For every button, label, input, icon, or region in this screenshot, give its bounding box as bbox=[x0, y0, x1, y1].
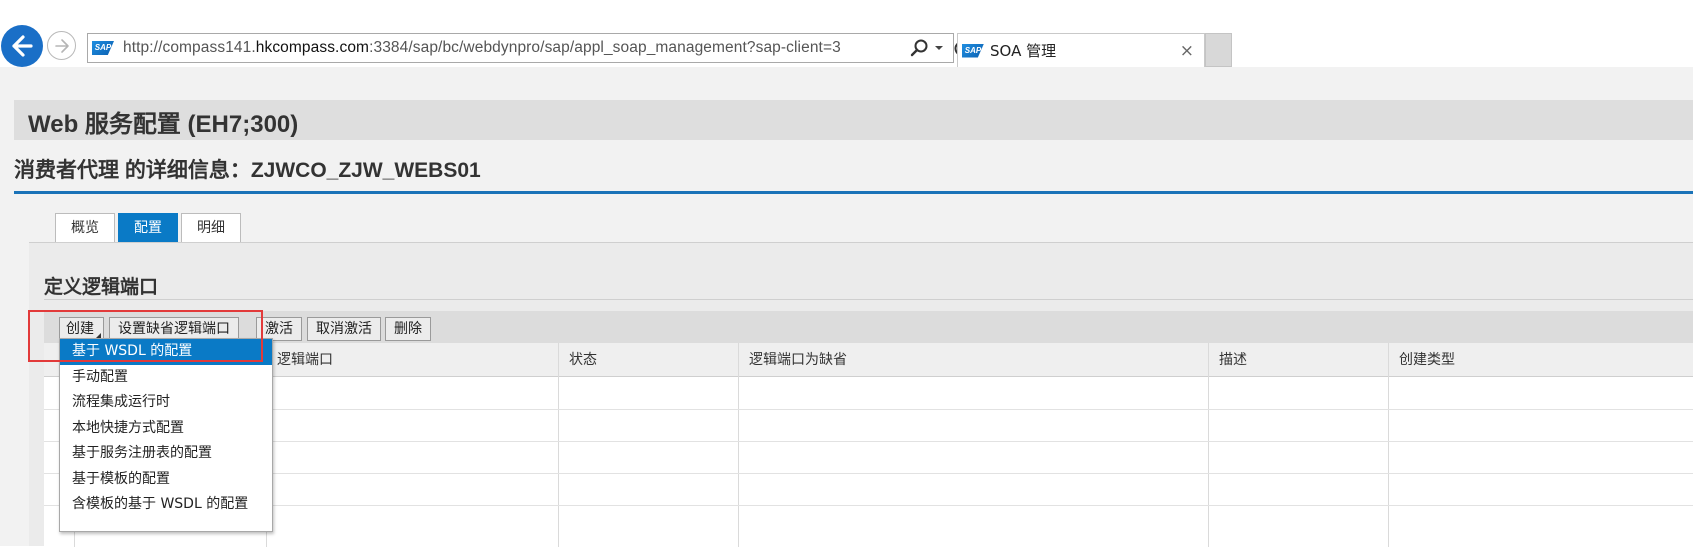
arrow-left-icon bbox=[12, 35, 33, 57]
tabstrip: 概览 配置 明细 bbox=[55, 213, 241, 242]
annotation-highlight-box bbox=[28, 310, 263, 362]
menu-item-template-config[interactable]: 基于模板的配置 bbox=[60, 467, 272, 493]
detail-title: 消费者代理 的详细信息：ZJWCO_ZJW_WEBS01 bbox=[14, 159, 481, 182]
new-tab-button[interactable] bbox=[1205, 33, 1232, 67]
create-dropdown-menu: 基于 WSDL 的配置 手动配置 流程集成运行时 本地快捷方式配置 基于服务注册… bbox=[59, 338, 273, 532]
grid-line bbox=[558, 343, 559, 547]
column-header[interactable]: 逻辑端口为缺省 bbox=[738, 343, 1208, 377]
address-bar[interactable]: SAP http://compass141.hkcompass.com:3384… bbox=[87, 33, 970, 63]
column-header[interactable]: 逻辑端口 bbox=[266, 343, 578, 377]
grid-line bbox=[738, 343, 739, 547]
browser-tab[interactable]: SAP SOA 管理 × bbox=[957, 33, 1205, 67]
arrow-right-icon bbox=[54, 38, 69, 53]
tab-overview[interactable]: 概览 bbox=[55, 213, 115, 242]
logical-port-table: 逻辑端口 状态 逻辑端口为缺省 描述 创建类型 bbox=[44, 343, 1693, 547]
menu-item-service-registry[interactable]: 基于服务注册表的配置 bbox=[60, 441, 272, 467]
section-divider bbox=[44, 299, 1693, 300]
sap-logo-icon: SAP bbox=[962, 43, 984, 58]
close-icon[interactable]: × bbox=[1180, 41, 1194, 61]
menu-item-manual-config[interactable]: 手动配置 bbox=[60, 365, 272, 391]
tab-configuration[interactable]: 配置 bbox=[118, 213, 178, 242]
tab-title: SOA 管理 bbox=[990, 42, 1057, 60]
sap-logo-icon: SAP bbox=[92, 41, 114, 55]
content-panel: 定义逻辑端口 创建 设置缺省逻辑端口 激活 取消激活 删除 逻辑端口 状态 逻辑… bbox=[29, 242, 1693, 547]
url-text[interactable]: http://compass141.hkcompass.com:3384/sap… bbox=[123, 39, 888, 57]
grid-line bbox=[1208, 343, 1209, 547]
table-row[interactable] bbox=[44, 441, 1693, 442]
delete-button[interactable]: 删除 bbox=[385, 317, 431, 341]
column-header[interactable]: 状态 bbox=[558, 343, 738, 377]
section-title: 定义逻辑端口 bbox=[44, 276, 159, 298]
grid-line bbox=[1388, 343, 1389, 547]
table-row[interactable] bbox=[44, 473, 1693, 474]
deactivate-button[interactable]: 取消激活 bbox=[307, 317, 381, 341]
browser-chrome: SAP http://compass141.hkcompass.com:3384… bbox=[0, 0, 1693, 67]
menu-item-local-shortcut[interactable]: 本地快捷方式配置 bbox=[60, 416, 272, 442]
tab-details[interactable]: 明细 bbox=[181, 213, 241, 242]
menu-item-pi-runtime[interactable]: 流程集成运行时 bbox=[60, 390, 272, 416]
table-row[interactable] bbox=[44, 409, 1693, 410]
column-header[interactable]: 描述 bbox=[1208, 343, 1388, 377]
column-header[interactable]: 创建类型 bbox=[1388, 343, 1693, 377]
page-title: Web 服务配置 (EH7;300) bbox=[28, 111, 299, 138]
back-button[interactable] bbox=[1, 25, 43, 67]
forward-button[interactable] bbox=[47, 31, 76, 60]
title-divider bbox=[14, 191, 1693, 194]
table-row[interactable] bbox=[44, 505, 1693, 506]
search-icon[interactable] bbox=[910, 37, 930, 59]
menu-item-wsdl-template-config[interactable]: 含模板的基于 WSDL 的配置 bbox=[60, 492, 272, 518]
title-bar: Web 服务配置 (EH7;300) bbox=[14, 100, 1693, 140]
chevron-down-icon[interactable] bbox=[934, 37, 944, 59]
toolbar: 创建 设置缺省逻辑端口 激活 取消激活 删除 bbox=[44, 311, 1693, 343]
table-header: 逻辑端口 状态 逻辑端口为缺省 描述 创建类型 bbox=[44, 343, 1693, 377]
